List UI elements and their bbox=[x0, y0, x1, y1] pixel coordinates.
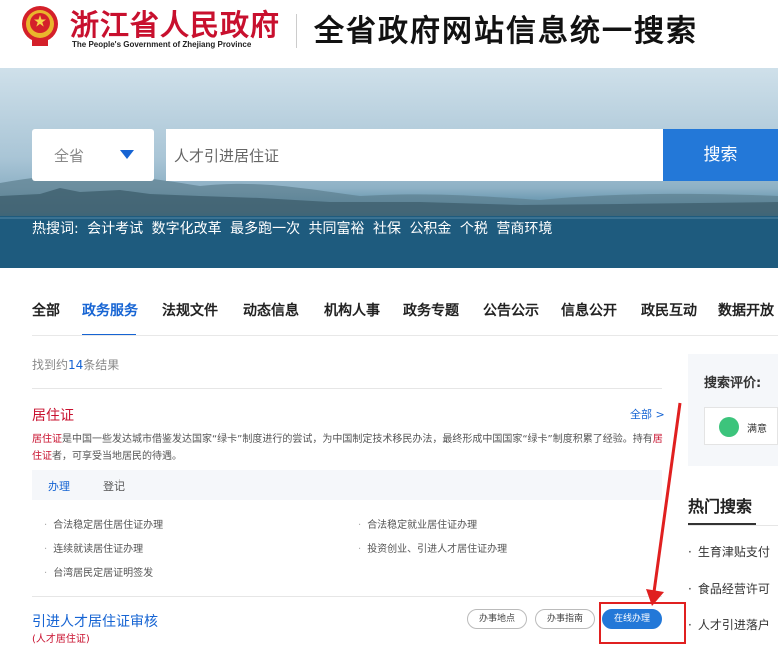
hot-search-title: 热门搜索 bbox=[688, 497, 753, 516]
satisfied-option[interactable]: 满意 bbox=[704, 407, 778, 445]
smile-icon bbox=[719, 417, 739, 437]
hot-search-underline bbox=[688, 523, 756, 525]
highlight-box bbox=[599, 602, 686, 644]
annotation-arrow-icon bbox=[646, 402, 682, 606]
evaluation-title: 搜索评价: bbox=[704, 376, 762, 391]
hot-search-item[interactable]: 人才引进落户 bbox=[688, 616, 778, 633]
hot-search-item[interactable]: 生育津贴支付 bbox=[688, 543, 778, 560]
hot-search-divider bbox=[688, 525, 778, 526]
hot-search-item[interactable]: 食品经营许可 bbox=[688, 580, 778, 597]
search-evaluation-panel: 搜索评价: 满意 bbox=[688, 354, 778, 466]
satisfied-label: 满意 bbox=[747, 424, 767, 435]
